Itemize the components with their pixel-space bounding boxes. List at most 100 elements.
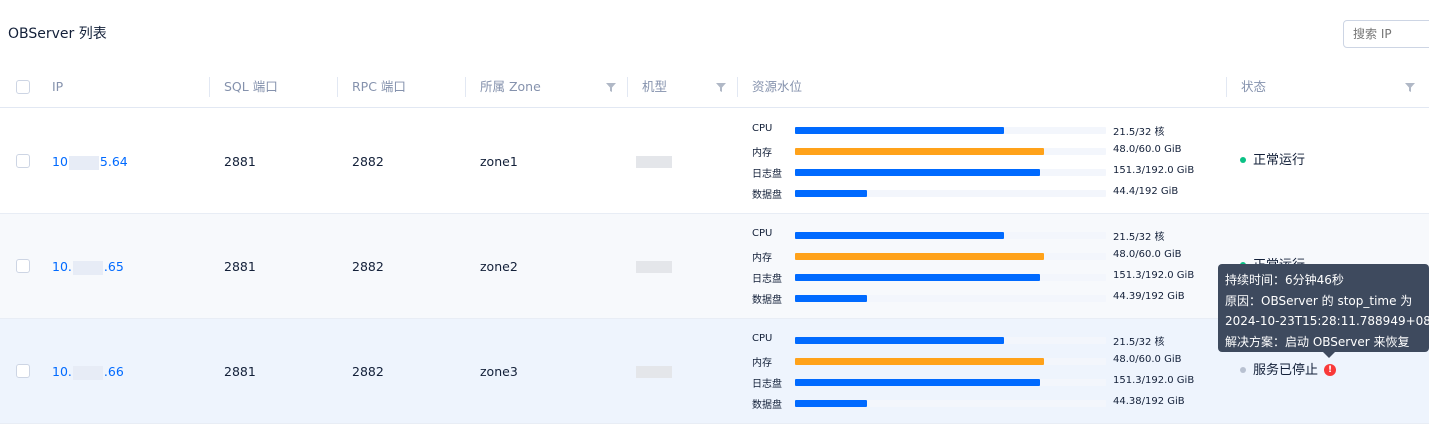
- metric-fill: [795, 190, 867, 197]
- ip-prefix: 10.: [52, 259, 72, 274]
- metric-label: 日志盘: [752, 169, 782, 180]
- metric-log-disk: 日志盘 151.3/192.0 GiB: [752, 266, 1212, 287]
- error-icon[interactable]: !: [1324, 363, 1337, 376]
- metric-value: 151.3/192.0 GiB: [1113, 270, 1195, 281]
- table-header: IP SQL 端口 RPC 端口 所属 Zone 机型 资源水位 状态: [0, 66, 1429, 108]
- status-running-dot: [1240, 156, 1246, 163]
- column-divider: [1226, 77, 1227, 97]
- metric-label: 日志盘: [752, 379, 782, 390]
- status-stopped-dot: [1240, 366, 1246, 373]
- metric-label: 内存: [752, 358, 772, 369]
- sql-port: 2881: [224, 259, 256, 274]
- metric-value: 48.0/60.0 GiB: [1113, 354, 1182, 365]
- metric-label: 数据盘: [752, 295, 782, 306]
- column-rpc-port: RPC 端口: [352, 79, 406, 94]
- column-sql-port: SQL 端口: [224, 79, 278, 94]
- rpc-port: 2882: [352, 154, 384, 169]
- metric-log-disk: 日志盘 151.3/192.0 GiB: [752, 161, 1212, 182]
- metric-label: CPU: [752, 228, 773, 239]
- metric-label: CPU: [752, 333, 773, 344]
- metric-memory: 内存 48.0/60.0 GiB: [752, 245, 1212, 266]
- metric-fill: [795, 127, 1004, 134]
- metric-track: [795, 169, 1106, 176]
- metric-data-disk: 数据盘 44.39/192 GiB: [752, 287, 1212, 308]
- metric-data-disk: 数据盘 44.38/192 GiB: [752, 392, 1212, 413]
- metric-label: 内存: [752, 148, 772, 159]
- status-filter-icon[interactable]: [1405, 83, 1415, 92]
- metric-value: 44.4/192 GiB: [1113, 186, 1179, 197]
- metric-memory: 内存 48.0/60.0 GiB: [752, 140, 1212, 161]
- ip-link[interactable]: 10 5.64: [52, 109, 128, 214]
- metric-fill: [795, 358, 1044, 365]
- page-title: OBServer 列表: [8, 26, 107, 42]
- metric-fill: [795, 232, 1004, 239]
- model-filter-icon[interactable]: [716, 83, 726, 92]
- metric-label: 日志盘: [752, 274, 782, 285]
- metric-track: [795, 190, 1106, 197]
- rpc-port: 2882: [352, 259, 384, 274]
- metric-track: [795, 358, 1106, 365]
- metric-track: [795, 379, 1106, 386]
- table-row: 10 5.64 2881 2882 zone1 CPU 21.5/32 核 内存 …: [0, 109, 1429, 214]
- search-ip-input[interactable]: [1343, 20, 1429, 48]
- ip-prefix: 10: [52, 154, 68, 169]
- row-checkbox[interactable]: [16, 259, 30, 273]
- sql-port: 2881: [224, 154, 256, 169]
- metric-label: CPU: [752, 123, 773, 134]
- metric-value: 44.39/192 GiB: [1113, 291, 1185, 302]
- metric-fill: [795, 400, 867, 407]
- ip-suffix: 5.64: [99, 154, 128, 169]
- metric-value: 21.5/32 核: [1113, 232, 1165, 243]
- status-badge: 服务已停止!: [1240, 361, 1337, 381]
- metric-fill: [795, 379, 1041, 386]
- status-tooltip: 持续时间：6分钟46秒 原因：OBServer 的 stop_time 为 20…: [1218, 264, 1429, 352]
- ip-suffix: .65: [103, 259, 124, 274]
- metric-track: [795, 253, 1106, 260]
- metric-value: 21.5/32 核: [1113, 337, 1165, 348]
- column-ip: IP: [52, 79, 64, 94]
- metric-track: [795, 337, 1106, 344]
- metric-value: 151.3/192.0 GiB: [1113, 375, 1195, 386]
- column-status: 状态: [1241, 79, 1267, 94]
- metric-fill: [795, 253, 1044, 260]
- select-all-checkbox[interactable]: [16, 80, 30, 94]
- ip-link[interactable]: 10. .65: [52, 214, 124, 319]
- zone-name: zone2: [480, 259, 518, 274]
- ip-redaction: [72, 260, 103, 275]
- tooltip-arrow: [1323, 352, 1335, 358]
- row-checkbox[interactable]: [16, 364, 30, 378]
- metric-cpu: CPU 21.5/32 核: [752, 224, 1212, 245]
- ip-redaction: [72, 365, 103, 380]
- metric-fill: [795, 169, 1041, 176]
- metric-label: 数据盘: [752, 400, 782, 411]
- metric-value: 21.5/32 核: [1113, 127, 1165, 138]
- column-divider: [465, 77, 466, 97]
- ip-link[interactable]: 10. .66: [52, 319, 124, 424]
- zone-name: zone3: [480, 364, 518, 379]
- column-model: 机型: [642, 79, 668, 94]
- metric-cpu: CPU 21.5/32 核: [752, 329, 1212, 350]
- zone-filter-icon[interactable]: [606, 83, 616, 92]
- status-badge: 正常运行: [1240, 151, 1305, 171]
- table-row: 10. .66 2881 2882 zone3 CPU 21.5/32 核 内存 …: [0, 319, 1429, 424]
- metric-fill: [795, 148, 1044, 155]
- metric-track: [795, 274, 1106, 281]
- rpc-port: 2882: [352, 364, 384, 379]
- tooltip-stop-time: 2024-10-23T15:28:11.788949+08:00: [1225, 314, 1429, 328]
- zone-name: zone1: [480, 154, 518, 169]
- metric-track: [795, 148, 1106, 155]
- metric-label: 数据盘: [752, 190, 782, 201]
- metric-value: 44.38/192 GiB: [1113, 396, 1185, 407]
- metric-value: 48.0/60.0 GiB: [1113, 249, 1182, 260]
- metric-track: [795, 400, 1106, 407]
- row-checkbox[interactable]: [16, 154, 30, 168]
- metric-data-disk: 数据盘 44.4/192 GiB: [752, 182, 1212, 203]
- model-redaction: [636, 366, 672, 378]
- metric-fill: [795, 337, 1004, 344]
- metric-fill: [795, 274, 1041, 281]
- column-divider: [337, 77, 338, 97]
- tooltip-solution: 解决方案：启动 OBServer 来恢复: [1225, 334, 1410, 349]
- status-text: 正常运行: [1253, 153, 1306, 168]
- metric-fill: [795, 295, 867, 302]
- column-divider: [737, 77, 738, 97]
